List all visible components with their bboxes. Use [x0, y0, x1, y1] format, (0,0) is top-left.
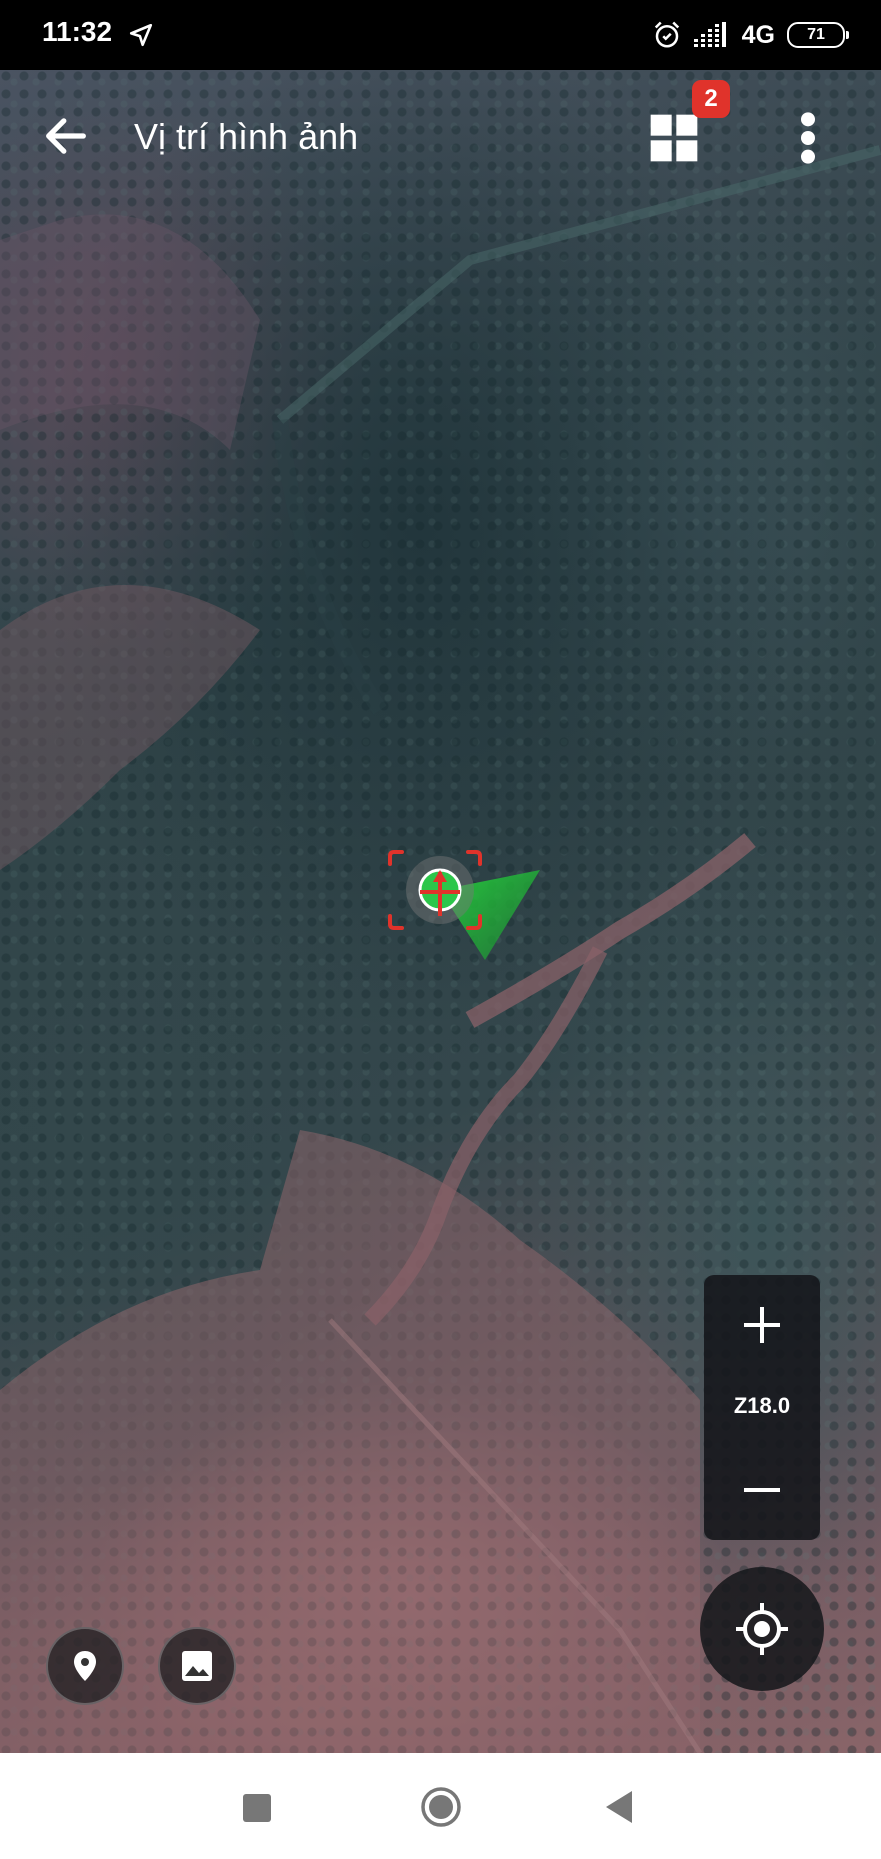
my-location-icon	[736, 1603, 788, 1655]
status-time: 11:32	[42, 16, 113, 47]
photo-location-marker[interactable]	[380, 850, 560, 980]
more-vert-icon[interactable]	[790, 110, 826, 166]
image-icon	[182, 1651, 212, 1681]
navigation-icon	[129, 23, 153, 47]
battery-icon: 71	[787, 22, 849, 48]
minus-icon[interactable]	[704, 1440, 820, 1540]
plus-icon[interactable]	[704, 1275, 820, 1375]
my-location-button[interactable]	[700, 1567, 824, 1691]
recents-square-icon[interactable]	[243, 1794, 271, 1822]
home-circle-icon[interactable]	[420, 1786, 462, 1828]
location-pin-icon	[74, 1651, 96, 1681]
back-triangle-icon[interactable]	[604, 1789, 634, 1825]
grid-icon[interactable]	[646, 110, 702, 166]
alarm-icon	[654, 21, 679, 48]
status-icons: 4G 71	[652, 14, 849, 56]
image-button[interactable]	[158, 1627, 236, 1705]
system-nav-bar	[0, 1753, 881, 1859]
signal-icon	[693, 22, 726, 47]
app-bar: Vị trí hình ảnh 2	[0, 70, 881, 200]
back-arrow-icon[interactable]	[40, 110, 92, 162]
page-title: Vị trí hình ảnh	[134, 116, 359, 157]
network-type: 4G	[741, 20, 775, 49]
battery-level: 71	[807, 26, 825, 43]
location-pin-button[interactable]	[46, 1627, 124, 1705]
zoom-level-label: Z18.0	[733, 1393, 791, 1418]
layers-count-badge: 2	[692, 80, 730, 118]
zoom-controls: Z18.0	[704, 1275, 820, 1540]
status-bar: 11:32 4G 71	[0, 0, 881, 70]
